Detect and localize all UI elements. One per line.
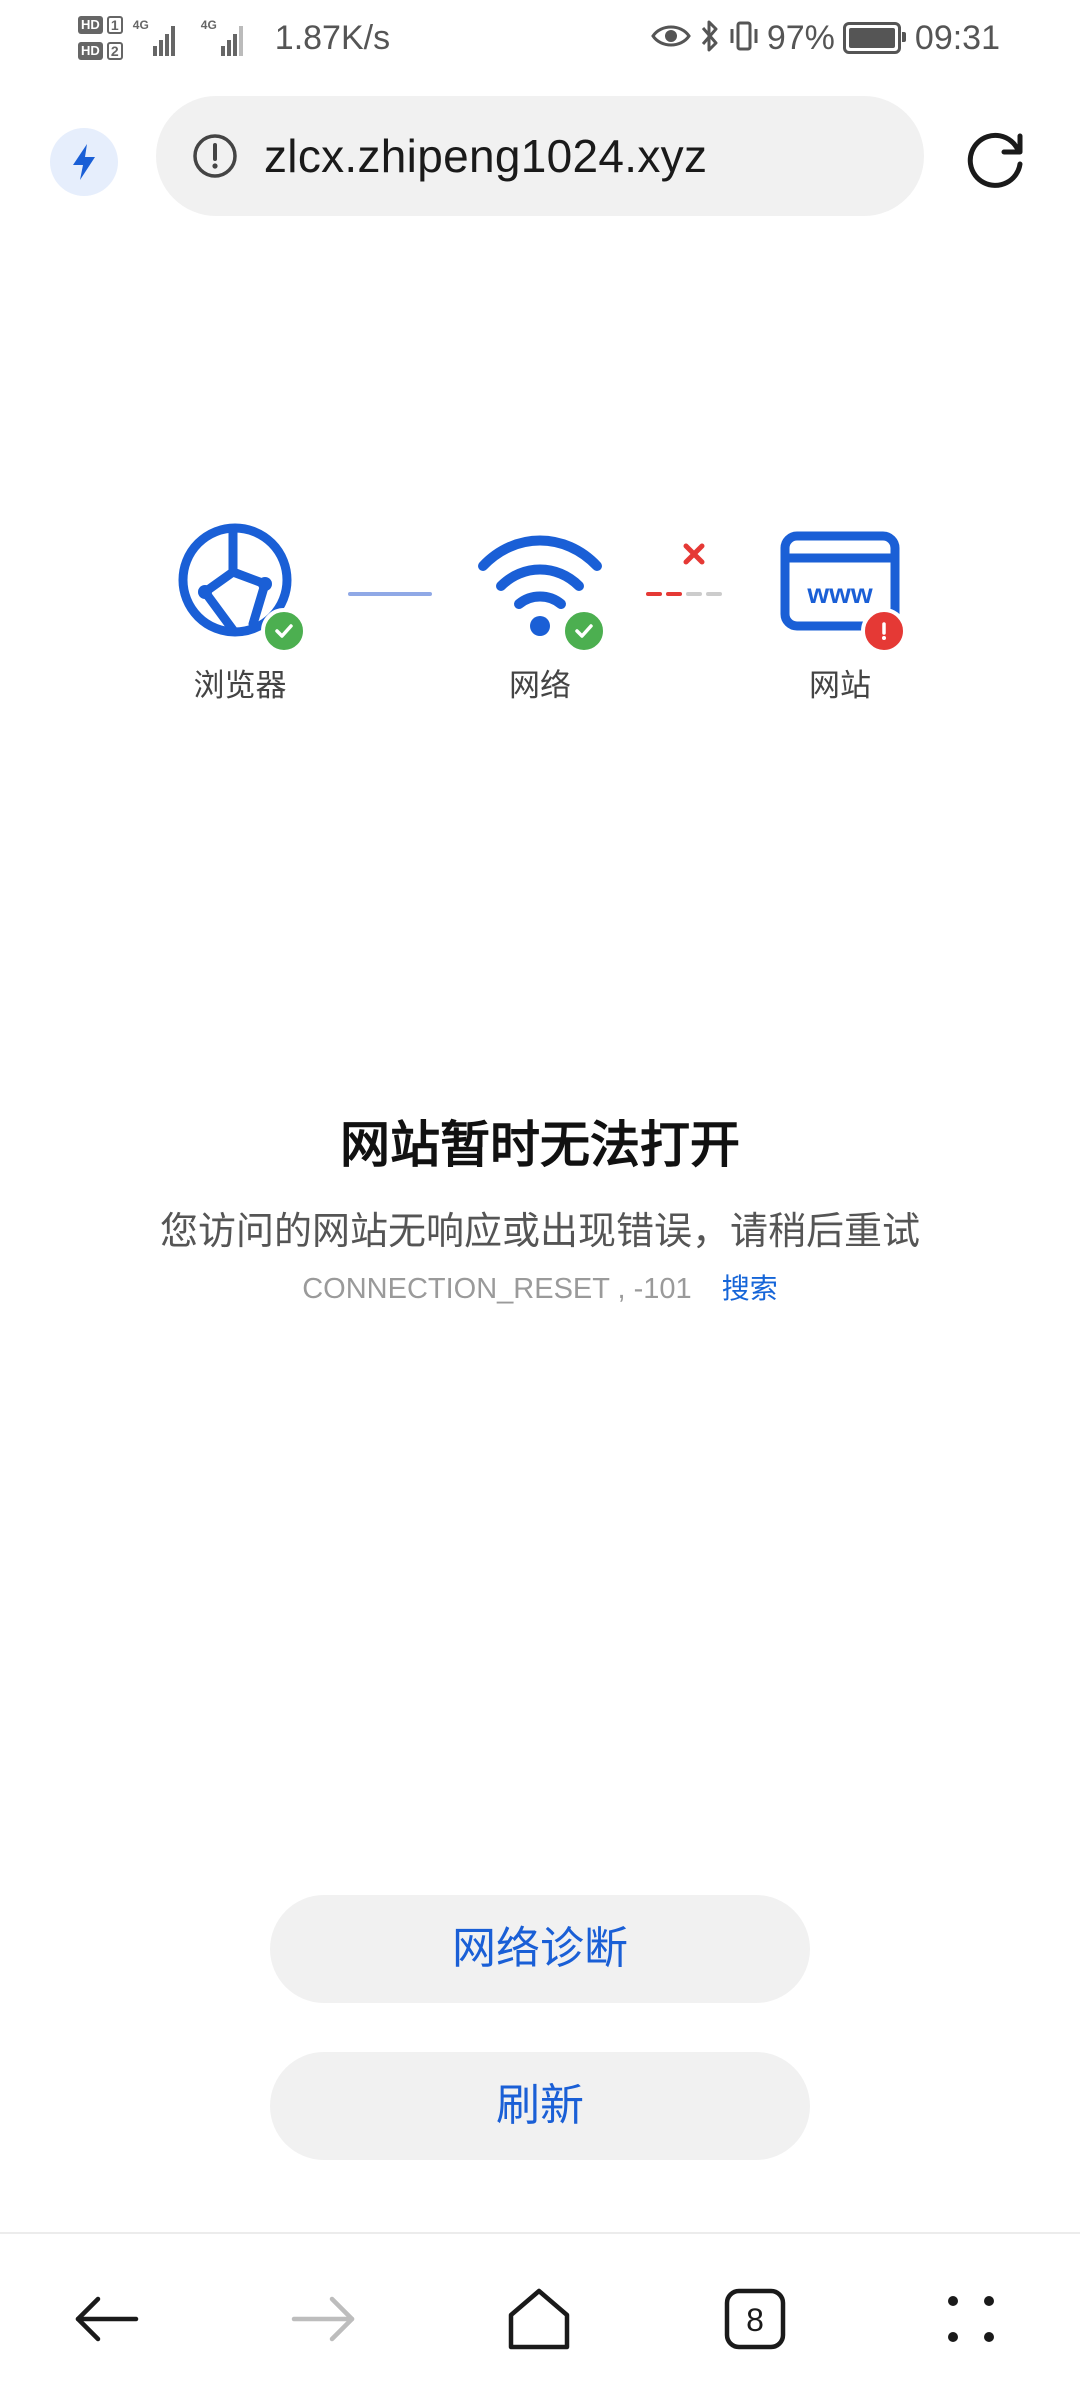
status-bar: HD 1 HD 2 4G 4G 1.87K/s 97% 09:31 [0,0,1080,76]
hd-indicators: HD 1 HD 2 [78,16,123,60]
browser-label: 浏览器 [193,668,287,704]
net2-label: 4G [200,18,217,32]
hd1-label: HD [78,16,103,34]
browser-ok-icon [261,608,307,654]
connector-ok [348,592,432,596]
clock: 09:31 [914,18,1000,57]
wifi-icon [475,520,607,654]
bottom-navigation: 8 [0,2232,1080,2400]
back-icon[interactable] [62,2274,152,2364]
website-label: 网站 [809,668,871,704]
website-node: www 网站 [740,520,940,705]
error-code-row: CONNECTION_RESET , -101 搜索 [0,1267,1080,1307]
network-speed: 1.87K/s [274,18,391,57]
info-icon[interactable] [192,133,238,179]
address-bar[interactable]: zlcx.zhipeng1024.xyz [156,96,924,216]
battery-icon [842,22,906,54]
battery-percent: 97% [766,18,835,57]
error-title: 网站暂时无法打开 [340,1116,740,1174]
network-node: 网络 [440,520,640,705]
vibrate-icon [729,20,759,57]
error-code: CONNECTION_RESET , -101 [302,1273,692,1305]
status-right: 97% 09:31 [651,6,1000,70]
forward-icon[interactable] [278,2274,368,2364]
tab-count: 8 [746,2302,764,2338]
network-label: 网络 [509,668,571,704]
refresh-button[interactable]: 刷新 [270,2052,810,2160]
connector-broken [646,543,722,596]
website-error-icon [861,608,907,654]
www-text: www [806,578,873,609]
connection-diagram: 浏览器 网络 www 网站 [0,520,1080,740]
tabs-icon[interactable]: 8 [710,2274,800,2364]
reload-icon[interactable] [958,120,1034,196]
error-description: 您访问的网站无响应或出现错误，请稍后重试 [159,1209,920,1253]
signal-sim2-icon: 4G [200,18,251,56]
bluetooth-icon [699,19,721,58]
bolt-icon[interactable] [50,128,118,196]
hd2-label: HD [78,42,103,60]
network-ok-icon [561,608,607,654]
browser-toolbar: zlcx.zhipeng1024.xyz [0,90,1080,220]
net1-label: 4G [132,18,149,32]
browser-node: 浏览器 [140,520,340,705]
signal-sim1-icon: 4G [132,18,183,56]
website-icon: www [775,520,907,654]
search-link[interactable]: 搜索 [722,1272,778,1305]
browser-icon [175,520,307,654]
eye-icon [651,22,691,55]
hd2-number: 2 [106,42,123,60]
status-left: HD 1 HD 2 4G 4G 1.87K/s [78,6,390,70]
menu-icon[interactable] [926,2274,1016,2364]
network-diagnose-button[interactable]: 网络诊断 [270,1895,810,2003]
home-icon[interactable] [494,2274,584,2364]
hd1-number: 1 [106,16,123,34]
browser-error-page: HD 1 HD 2 4G 4G 1.87K/s 97% 09:31 zlcx.z… [0,0,1080,2400]
url-text[interactable]: zlcx.zhipeng1024.xyz [264,129,707,183]
